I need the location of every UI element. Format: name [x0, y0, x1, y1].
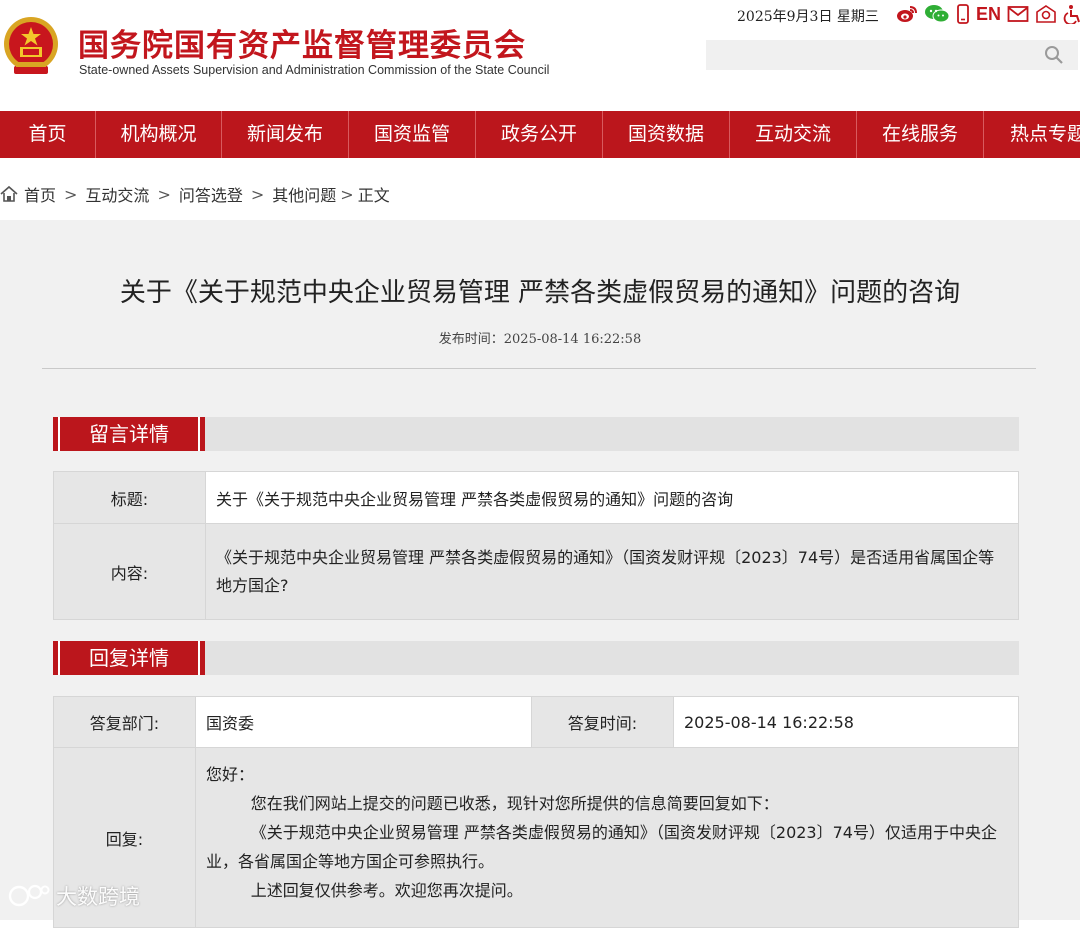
table-row: 答复部门: 国资委 答复时间: 2025-08-14 16:22:58: [53, 696, 1019, 748]
reply-section-tab: 回复详情: [53, 641, 205, 675]
message-table: 标题: 关于《关于规范中央企业贸易管理 严禁各类虚假贸易的通知》问题的咨询 内容…: [53, 471, 1019, 620]
message-section-tab: 留言详情: [53, 417, 205, 451]
article-panel: 关于《关于规范中央企业贸易管理 严禁各类虚假贸易的通知》问题的咨询 发布时间：2…: [0, 220, 1080, 928]
nav-item-supervision[interactable]: 国资监管: [349, 111, 476, 158]
current-date: 2025年9月3日 星期三: [737, 9, 879, 25]
nav-item-gov-affairs[interactable]: 政务公开: [476, 111, 603, 158]
org-name-cn[interactable]: 国务院国有资产监督管理委员会: [78, 20, 526, 65]
reply-paragraph: 上述回复仅供参考。欢迎您再次提问。: [250, 881, 523, 900]
content-label: 内容:: [53, 523, 206, 620]
reply-paragraph: 您在我们网站上提交的问题已收悉，现针对您所提供的信息简要回复如下：: [250, 794, 779, 813]
reply-content: 您好： 您在我们网站上提交的问题已收悉，现针对您所提供的信息简要回复如下： 《关…: [195, 747, 1019, 928]
reply-section-label: 回复详情: [89, 646, 169, 670]
message-section-header: 留言详情: [53, 417, 1019, 451]
national-emblem-icon[interactable]: [2, 14, 60, 78]
org-name-en: State-owned Assets Supervision and Admin…: [79, 63, 550, 77]
nav-item-topics[interactable]: 热点专题: [984, 111, 1080, 158]
reply-paragraph: 《关于规范中央企业贸易管理 严禁各类虚假贸易的通知》（国资发财评规〔2023〕7…: [206, 823, 997, 871]
breadcrumb-current: 正文: [357, 186, 390, 205]
breadcrumb-qa[interactable]: 问答选登: [179, 182, 243, 206]
site-header: 国务院国有资产监督管理委员会 State-owned Assets Superv…: [0, 0, 1080, 110]
breadcrumb-separator: >: [64, 184, 78, 204]
message-section-label: 留言详情: [89, 422, 169, 446]
nav-item-organization[interactable]: 机构概况: [96, 111, 222, 158]
publish-time: 发布时间：2025-08-14 16:22:58: [438, 332, 642, 347]
breadcrumb: 首页 > 互动交流 > 问答选登 > 其他问题 > 正文: [0, 182, 390, 206]
title-label: 标题:: [53, 471, 206, 524]
reply-table: 答复部门: 国资委 答复时间: 2025-08-14 16:22:58 回复: …: [53, 696, 1019, 928]
feedback-icon[interactable]: [1035, 4, 1057, 24]
wechat-icon[interactable]: [924, 4, 950, 24]
table-row: 回复: 您好： 您在我们网站上提交的问题已收悉，现针对您所提供的信息简要回复如下…: [53, 747, 1019, 928]
article-title: 关于《关于规范中央企业贸易管理 严禁各类虚假贸易的通知》问题的咨询: [119, 278, 961, 308]
nav-item-online-service[interactable]: 在线服务: [857, 111, 984, 158]
nav-item-news[interactable]: 新闻发布: [222, 111, 349, 158]
mobile-icon[interactable]: [956, 4, 970, 24]
title-value: 关于《关于规范中央企业贸易管理 严禁各类虚假贸易的通知》问题的咨询: [205, 471, 1019, 524]
nav-item-home[interactable]: 首页: [0, 111, 96, 158]
search-icon[interactable]: [1044, 45, 1064, 69]
dept-label: 答复部门:: [53, 696, 196, 748]
dept-value: 国资委: [195, 696, 532, 748]
accessibility-icon[interactable]: [1063, 4, 1080, 24]
breadcrumb-other[interactable]: 其他问题: [272, 182, 336, 206]
nav-item-interaction[interactable]: 互动交流: [730, 111, 857, 158]
weibo-icon[interactable]: [896, 4, 918, 24]
watermark-logo-icon: [8, 884, 50, 907]
header-toolbar: EN: [896, 3, 1080, 25]
reply-time-label: 答复时间:: [531, 696, 674, 748]
content-value: 《关于规范中央企业贸易管理 严禁各类虚假贸易的通知》（国资发财评规〔2023〕7…: [205, 523, 1019, 620]
english-link[interactable]: EN: [976, 4, 1001, 25]
main-nav: 首页 机构概况 新闻发布 国资监管 政务公开 国资数据 互动交流 在线服务 热点…: [0, 111, 1080, 158]
title-divider: [42, 368, 1036, 369]
watermark: 大数跨境: [8, 881, 140, 911]
table-row: 内容: 《关于规范中央企业贸易管理 严禁各类虚假贸易的通知》（国资发财评规〔20…: [53, 523, 1019, 620]
breadcrumb-separator: >: [157, 184, 171, 204]
mail-icon[interactable]: [1007, 5, 1029, 23]
home-icon[interactable]: [0, 185, 18, 203]
breadcrumb-separator: >: [250, 184, 265, 204]
nav-item-data[interactable]: 国资数据: [603, 111, 730, 158]
search-input[interactable]: [706, 40, 1036, 70]
reply-greeting: 您好：: [206, 765, 255, 784]
watermark-text: 大数跨境: [56, 885, 140, 909]
breadcrumb-interaction[interactable]: 互动交流: [85, 182, 149, 206]
breadcrumb-separator: >: [340, 184, 354, 204]
reply-time-value: 2025-08-14 16:22:58: [673, 696, 1019, 748]
breadcrumb-home[interactable]: 首页: [24, 182, 56, 206]
search-bar: [706, 40, 1078, 70]
reply-section-header: 回复详情: [53, 641, 1019, 675]
table-row: 标题: 关于《关于规范中央企业贸易管理 严禁各类虚假贸易的通知》问题的咨询: [53, 471, 1019, 524]
